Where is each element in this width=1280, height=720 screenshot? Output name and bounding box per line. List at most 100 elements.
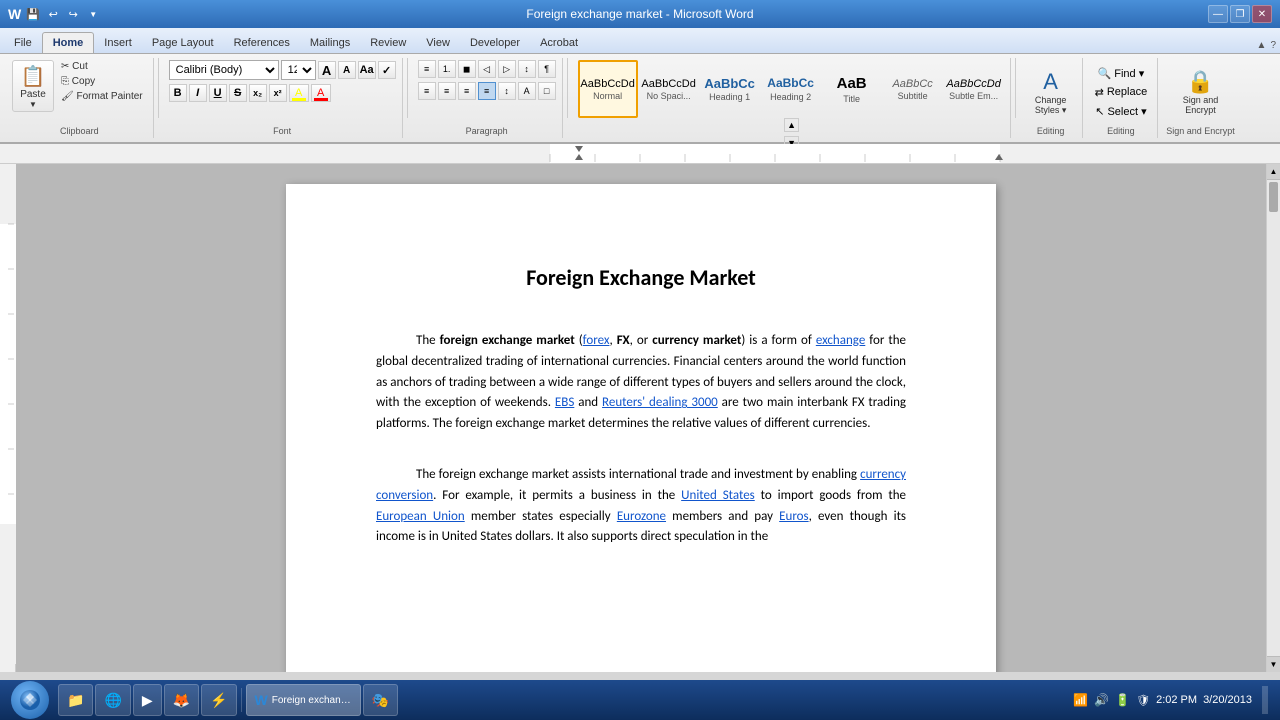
link-forex[interactable]: forex [583, 333, 610, 348]
align-left-button[interactable]: ≡ [418, 82, 436, 100]
replace-button[interactable]: ⇄ Replace [1091, 84, 1152, 101]
taskbar-app-browser2[interactable]: ⚡ [201, 684, 236, 716]
font-name-selector[interactable]: Calibri (Body) [169, 60, 279, 80]
sign-encrypt-button[interactable]: 🔒 Sign andEncrypt [1175, 69, 1225, 115]
align-right-button[interactable]: ≡ [458, 82, 476, 100]
quick-access-dropdown[interactable]: ▼ [85, 6, 101, 22]
bullets-button[interactable]: ≡ [418, 60, 436, 78]
taskbar-app-ie[interactable]: 🌐 [95, 684, 130, 716]
taskbar-app-other[interactable]: 🎭 [363, 684, 398, 716]
decrease-indent-button[interactable]: ◁ [478, 60, 496, 78]
quick-access-save[interactable]: 💾 [25, 6, 41, 22]
link-exchange[interactable]: exchange [816, 333, 865, 348]
styles-scroll-up[interactable]: ▲ [784, 118, 799, 132]
link-ebs[interactable]: EBS [555, 395, 574, 410]
tab-insert[interactable]: Insert [94, 33, 142, 53]
multilevel-button[interactable]: ◼ [458, 60, 476, 78]
copy-button[interactable]: ⎘ Copy [57, 75, 147, 88]
document-title[interactable]: Foreign Exchange Market [376, 264, 906, 291]
show-marks-button[interactable]: ¶ [538, 60, 556, 78]
select-button[interactable]: ↖ Select ▾ [1091, 103, 1150, 120]
justify-button[interactable]: ≡ [478, 82, 496, 100]
taskbar-app-media[interactable]: ▶ [133, 684, 162, 716]
scroll-up-button[interactable]: ▲ [1267, 164, 1280, 180]
style-title[interactable]: AaB Title [822, 60, 882, 118]
underline-button[interactable]: U [209, 84, 227, 102]
vertical-scrollbar[interactable]: ▲ ▼ [1266, 164, 1280, 672]
tab-home[interactable]: Home [42, 32, 95, 53]
paragraph-2[interactable]: The foreign exchange market assists inte… [376, 465, 906, 548]
tab-references[interactable]: References [224, 33, 300, 53]
link-eurozone[interactable]: Eurozone [617, 509, 666, 524]
tab-view[interactable]: View [416, 33, 460, 53]
clear-format-button[interactable]: ✓ [378, 61, 396, 79]
link-european-union[interactable]: European Union [376, 509, 465, 524]
clipboard-group: 📋 Paste ▼ ✂ Cut ⎘ Copy 🖌 Format Painter … [6, 58, 154, 138]
ribbon-minimize-icon[interactable]: ▲ [1257, 40, 1267, 51]
style-no-spacing[interactable]: AaBbCcDd No Spaci... [639, 60, 699, 118]
change-styles-button[interactable]: A ChangeStyles ▾ [1026, 69, 1076, 116]
font-grow-button[interactable]: A [318, 61, 336, 79]
shading-button[interactable]: A [518, 82, 536, 100]
borders-button[interactable]: □ [538, 82, 556, 100]
change-case-button[interactable]: Aa [358, 61, 376, 79]
increase-indent-button[interactable]: ▷ [498, 60, 516, 78]
replace-label: Replace [1107, 86, 1147, 98]
tab-acrobat[interactable]: Acrobat [530, 33, 588, 53]
style-normal[interactable]: AaBbCcDd Normal [578, 60, 638, 118]
minimize-button[interactable]: — [1208, 5, 1228, 23]
cut-button[interactable]: ✂ Cut [57, 60, 147, 73]
font-size-selector[interactable]: 12 [281, 60, 316, 80]
line-spacing-button[interactable]: ↕ [498, 82, 516, 100]
subscript-button[interactable]: x₂ [249, 84, 267, 102]
sort-button[interactable]: ↕ [518, 60, 536, 78]
taskbar-word-button[interactable]: W Foreign exchange... [246, 684, 361, 716]
paste-button[interactable]: 📋 Paste ▼ [12, 60, 54, 112]
tab-mailings[interactable]: Mailings [300, 33, 360, 53]
document-scroll[interactable]: Foreign Exchange Market The foreign exch… [16, 164, 1266, 672]
format-painter-button[interactable]: 🖌 Format Painter [57, 90, 147, 103]
replace-icon: ⇄ [1095, 86, 1104, 99]
taskbar-app-explorer[interactable]: 📁 [58, 684, 93, 716]
link-united-states[interactable]: United States [681, 488, 755, 503]
find-button[interactable]: 🔍 Find ▾ [1094, 65, 1149, 82]
tab-page-layout[interactable]: Page Layout [142, 33, 224, 53]
close-button[interactable]: ✕ [1252, 5, 1272, 23]
scroll-thumb[interactable] [1269, 182, 1278, 212]
numbering-button[interactable]: 1. [438, 60, 456, 78]
text-currency-market: currency market [652, 333, 741, 348]
taskbar-app-firefox[interactable]: 🦊 [164, 684, 199, 716]
horizontal-ruler [0, 144, 1280, 164]
quick-access-redo[interactable]: ↪ [65, 6, 81, 22]
link-currency-conversion[interactable]: currency conversion [376, 467, 906, 503]
superscript-button[interactable]: x² [269, 84, 287, 102]
strikethrough-button[interactable]: S [229, 84, 247, 102]
start-orb [11, 681, 49, 719]
ribbon-help-icon[interactable]: ? [1270, 40, 1276, 51]
font-color-button[interactable]: A [311, 84, 331, 102]
start-button[interactable] [4, 682, 56, 718]
tab-review[interactable]: Review [360, 33, 416, 53]
scroll-down-button[interactable]: ▼ [1267, 656, 1280, 672]
font-shrink-button[interactable]: A [338, 61, 356, 79]
find-icon: 🔍 [1098, 67, 1112, 80]
tab-file[interactable]: File [4, 33, 42, 53]
bold-button[interactable]: B [169, 84, 187, 102]
ruler-svg [280, 144, 1280, 164]
style-subtitle[interactable]: AaBbCc Subtitle [883, 60, 943, 118]
link-euros[interactable]: Euros [779, 509, 808, 524]
highlight-color-button[interactable]: A [289, 84, 309, 102]
italic-button[interactable]: I [189, 84, 207, 102]
change-styles-group: A ChangeStyles ▾ Editing [1020, 58, 1083, 138]
quick-access-undo[interactable]: ↩ [45, 6, 61, 22]
style-subtle-em[interactable]: AaBbCcDd Subtle Em... [944, 60, 1004, 118]
privacy-label: Sign and Encrypt [1166, 124, 1235, 136]
show-desktop-button[interactable] [1262, 686, 1268, 714]
link-reuters[interactable]: Reuters' dealing 3000 [602, 395, 718, 410]
tab-developer[interactable]: Developer [460, 33, 530, 53]
restore-button[interactable]: ❐ [1230, 5, 1250, 23]
style-heading1[interactable]: AaBbCc Heading 1 [700, 60, 760, 118]
paragraph-1[interactable]: The foreign exchange market (forex, FX, … [376, 331, 906, 435]
style-heading2[interactable]: AaBbCc Heading 2 [761, 60, 821, 118]
align-center-button[interactable]: ≡ [438, 82, 456, 100]
